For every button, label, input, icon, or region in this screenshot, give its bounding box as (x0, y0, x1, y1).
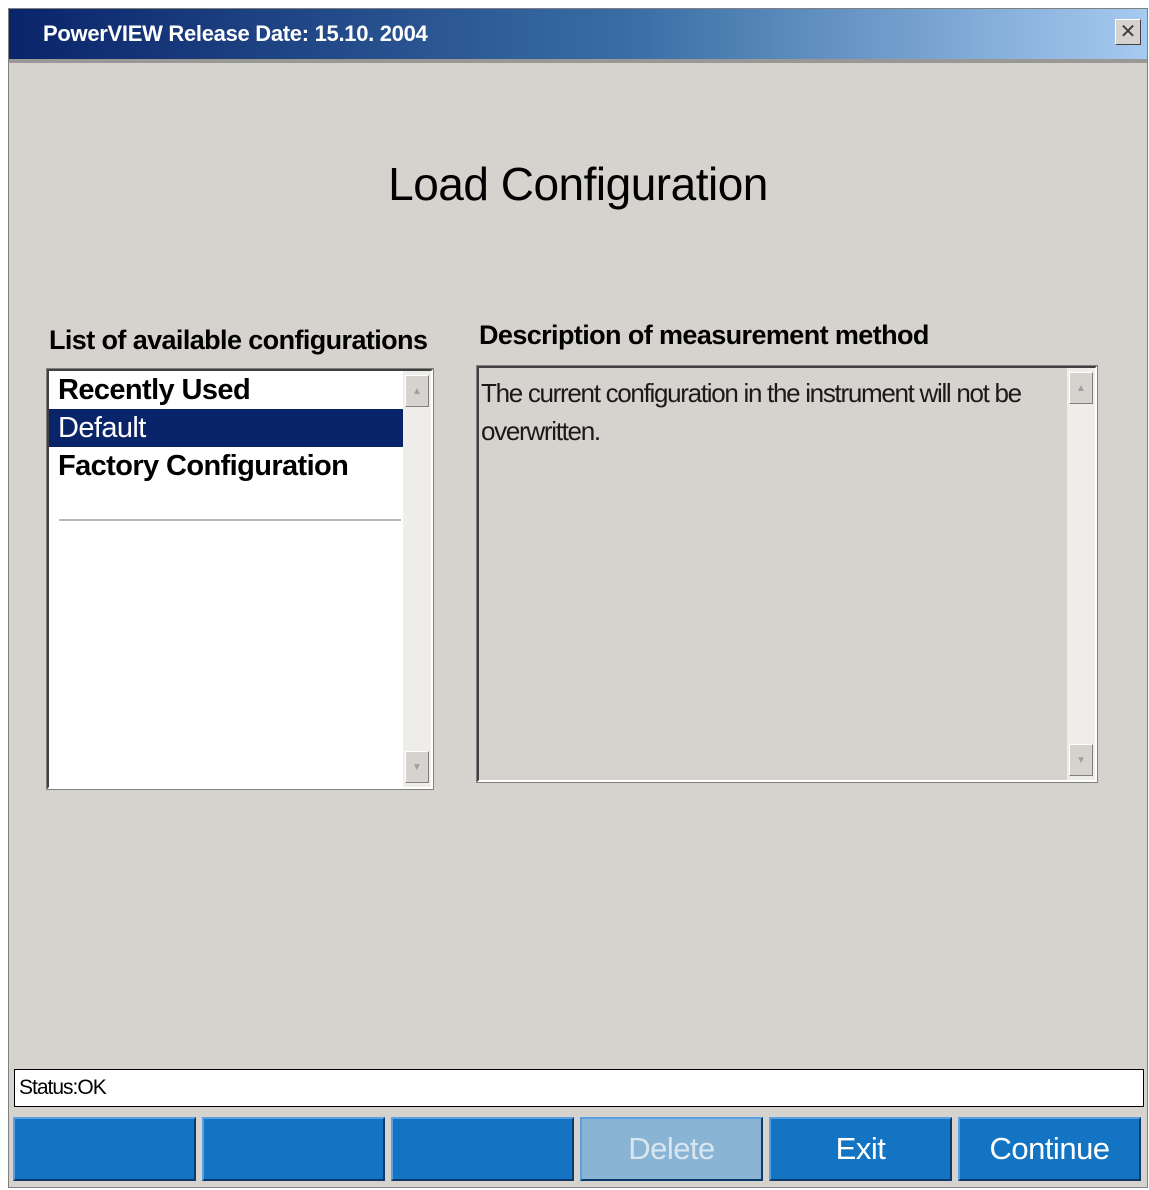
list-separator (59, 519, 401, 521)
arrow-up-icon: ▲ (412, 385, 422, 397)
exit-button[interactable]: Exit (769, 1117, 952, 1181)
list-item-factory-configuration[interactable]: Factory Configuration (49, 447, 403, 485)
list-scroll-down-button[interactable]: ▼ (405, 751, 429, 783)
configurations-list: Recently Used Default Factory Configurat… (49, 371, 403, 485)
description-text: The current configuration in the instrum… (481, 378, 1022, 446)
continue-button[interactable]: Continue (958, 1117, 1141, 1181)
configurations-list-label: List of available configurations (49, 325, 428, 355)
description-label: Description of measurement method (479, 320, 929, 350)
arrow-down-icon: ▼ (412, 761, 422, 773)
description-scroll-up-button[interactable]: ▲ (1069, 372, 1093, 404)
description-box[interactable]: The current configuration in the instrum… (476, 365, 1098, 783)
description-scrollbar[interactable]: ▲ ▼ (1067, 368, 1095, 780)
softkey-2-button[interactable] (202, 1117, 385, 1181)
softkey-bar: Delete Exit Continue (13, 1117, 1143, 1183)
arrow-up-icon: ▲ (1076, 382, 1086, 394)
softkey-1-button[interactable] (13, 1117, 196, 1181)
page-title: Load Configuration (388, 158, 768, 210)
arrow-down-icon: ▼ (1076, 754, 1086, 766)
description-scroll-down-button[interactable]: ▼ (1069, 744, 1093, 776)
softkey-3-button[interactable] (391, 1117, 574, 1181)
list-item-default[interactable]: Default (49, 409, 403, 447)
close-button[interactable]: ✕ (1115, 19, 1141, 45)
title-bar[interactable]: PowerVIEW Release Date: 15.10. 2004 ✕ (9, 9, 1147, 59)
window-title: PowerVIEW Release Date: 15.10. 2004 (43, 21, 428, 46)
list-scrollbar[interactable]: ▲ ▼ (403, 371, 431, 787)
status-bar: Status:OK (14, 1069, 1144, 1107)
load-configuration-window: PowerVIEW Release Date: 15.10. 2004 ✕ Lo… (8, 8, 1148, 1188)
title-separator (9, 59, 1147, 63)
list-item-recently-used[interactable]: Recently Used (49, 371, 403, 409)
delete-button[interactable]: Delete (580, 1117, 763, 1181)
configurations-listbox[interactable]: Recently Used Default Factory Configurat… (46, 368, 434, 790)
close-icon: ✕ (1119, 21, 1137, 43)
list-scroll-up-button[interactable]: ▲ (405, 375, 429, 407)
